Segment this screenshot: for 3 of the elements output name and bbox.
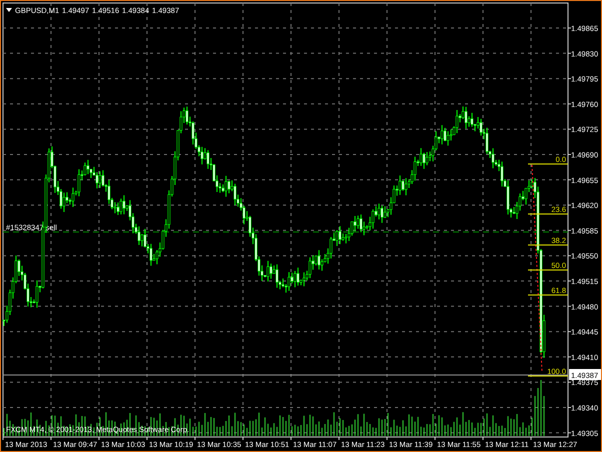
triangle-icon[interactable]	[6, 8, 12, 12]
fibonacci-level-line	[528, 294, 568, 296]
fibonacci-level-line	[528, 244, 568, 246]
